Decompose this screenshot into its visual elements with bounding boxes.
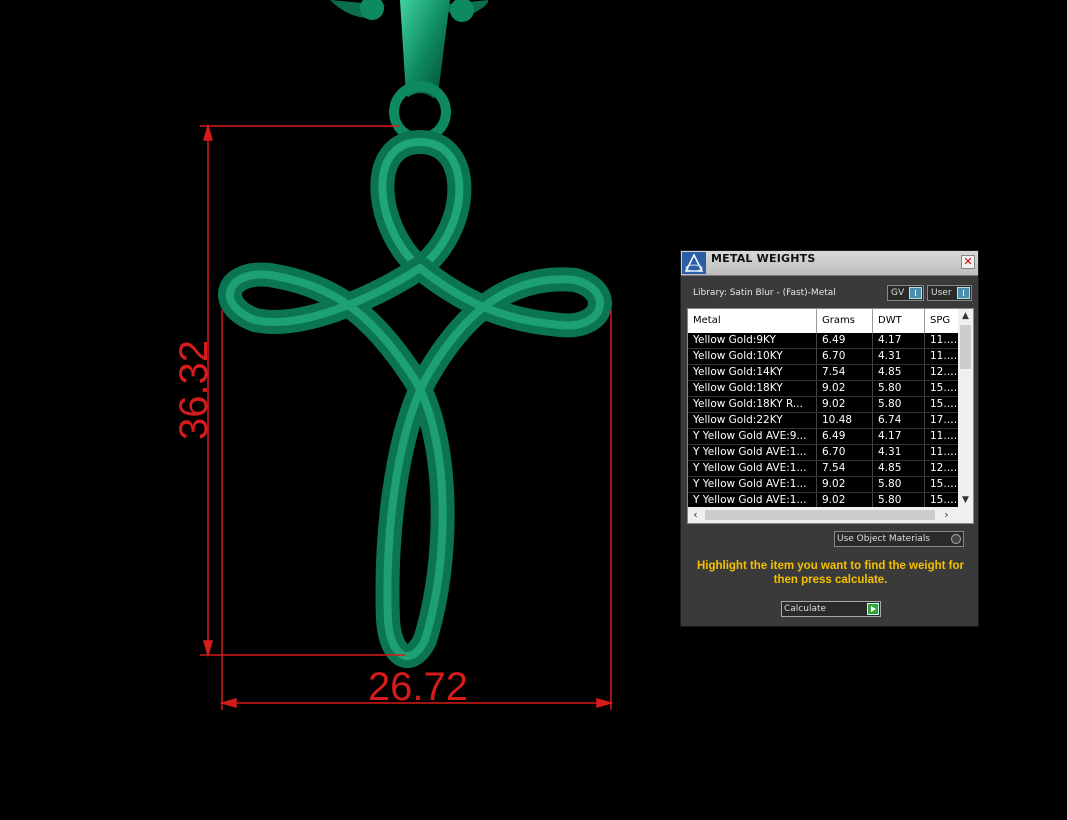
spg-cell: 15.41 — [930, 478, 958, 490]
spg-cell: 12.88 — [930, 366, 958, 378]
column-header-grams[interactable]: Grams — [817, 309, 873, 333]
grams-cell: 9.02 — [817, 397, 873, 412]
spg-cell: 11.45 — [930, 350, 958, 362]
grams-cell: 6.70 — [817, 349, 873, 364]
dwt-cell: 5.80 — [873, 397, 925, 412]
table-row[interactable]: Y Yellow Gold AVE:9... 6.49 4.17 11.08 — [688, 429, 958, 445]
metal-cell: Yellow Gold:10KY — [688, 349, 817, 364]
metal-cell: Y Yellow Gold AVE:1... — [688, 493, 817, 508]
panel-titlebar[interactable]: METAL WEIGHTS ✕ — [681, 251, 978, 276]
scroll-right-icon[interactable]: › — [939, 507, 954, 523]
dwt-cell: 4.31 — [873, 445, 925, 460]
table-row[interactable]: Y Yellow Gold AVE:1... 6.70 4.31 11.45 — [688, 445, 958, 461]
metal-weights-table[interactable]: Metal Grams DWT SPG Yellow Gold:9KY 6.49 4… — [687, 308, 974, 524]
grams-cell: 7.54 — [817, 365, 873, 380]
horizontal-scrollbar[interactable]: ‹ › — [688, 507, 958, 523]
close-icon: ✕ — [963, 255, 973, 268]
column-header-spg[interactable]: SPG — [925, 309, 958, 333]
vertical-scrollbar[interactable]: ▲ ▼ — [958, 309, 973, 508]
pendant-bail — [330, 0, 489, 143]
table-body: Yellow Gold:9KY 6.49 4.17 11.08 Yellow Gold… — [688, 333, 958, 509]
metal-weights-panel: METAL WEIGHTS ✕ Library: Satin Blur - (F… — [680, 250, 979, 627]
spg-cell: 17.89 — [930, 414, 958, 426]
panel-title: METAL WEIGHTS — [711, 252, 816, 265]
calculate-button[interactable]: Calculate — [781, 601, 881, 617]
dwt-cell: 5.80 — [873, 381, 925, 396]
spg-cell: 15.41 — [930, 494, 958, 506]
column-header-dwt[interactable]: DWT — [873, 309, 925, 333]
close-button[interactable]: ✕ — [961, 255, 975, 269]
metal-cell: Y Yellow Gold AVE:1... — [688, 461, 817, 476]
dwt-cell: 5.80 — [873, 477, 925, 492]
spg-cell: 11.08 — [930, 334, 958, 346]
metal-cell: Yellow Gold:22KY — [688, 413, 817, 428]
spg-cell: 11.08 — [930, 430, 958, 442]
dwt-cell: 4.17 — [873, 333, 925, 348]
grams-cell: 7.54 — [817, 461, 873, 476]
dwt-cell: 4.31 — [873, 349, 925, 364]
scroll-left-icon[interactable]: ‹ — [688, 507, 703, 523]
user-toggle[interactable]: User — [927, 285, 972, 301]
height-dimension-label: 36.32 — [172, 340, 216, 440]
scrollbar-thumb[interactable] — [960, 325, 971, 369]
scroll-down-icon[interactable]: ▼ — [958, 493, 973, 508]
spg-cell: 11.45 — [930, 446, 958, 458]
metal-cell: Yellow Gold:18KY R... — [688, 397, 817, 412]
table-header: Metal Grams DWT SPG — [688, 309, 958, 333]
gv-toggle-label: GV — [891, 288, 905, 298]
table-row[interactable]: Yellow Gold:10KY 6.70 4.31 11.45 — [688, 349, 958, 365]
grams-cell: 9.02 — [817, 477, 873, 492]
radio-icon[interactable] — [951, 534, 961, 544]
use-object-materials-label: Use Object Materials — [837, 534, 931, 544]
calculate-label: Calculate — [784, 604, 827, 614]
metal-cell: Yellow Gold:14KY — [688, 365, 817, 380]
toggle-switch-icon — [957, 287, 970, 299]
dwt-cell: 5.80 — [873, 493, 925, 508]
table-row[interactable]: Yellow Gold:14KY 7.54 4.85 12.88 — [688, 365, 958, 381]
infinity-cross-pendant — [218, 130, 612, 668]
metal-cell: Y Yellow Gold AVE:1... — [688, 445, 817, 460]
spg-cell: 15.41 — [930, 382, 958, 394]
metal-cell: Y Yellow Gold AVE:9... — [688, 429, 817, 444]
dwt-cell: 4.17 — [873, 429, 925, 444]
grams-cell: 6.49 — [817, 429, 873, 444]
table-row[interactable]: Y Yellow Gold AVE:1... 9.02 5.80 15.41 — [688, 477, 958, 493]
user-toggle-label: User — [931, 288, 952, 298]
play-arrow-icon — [867, 603, 879, 615]
dwt-cell: 4.85 — [873, 365, 925, 380]
table-row[interactable]: Y Yellow Gold AVE:1... 7.54 4.85 12.88 — [688, 461, 958, 477]
scrollbar-corner — [958, 507, 973, 523]
grams-cell: 6.70 — [817, 445, 873, 460]
toggle-switch-icon — [909, 287, 922, 299]
scroll-up-icon[interactable]: ▲ — [958, 309, 973, 324]
table-row[interactable]: Yellow Gold:9KY 6.49 4.17 11.08 — [688, 333, 958, 349]
app-logo-icon — [682, 252, 706, 274]
table-row[interactable]: Yellow Gold:18KY 9.02 5.80 15.41 — [688, 381, 958, 397]
grams-cell: 6.49 — [817, 333, 873, 348]
scrollbar-thumb[interactable] — [705, 510, 935, 520]
dwt-cell: 4.85 — [873, 461, 925, 476]
grams-cell: 9.02 — [817, 493, 873, 508]
width-dimension-label: 26.72 — [368, 665, 468, 709]
library-label: Library: Satin Blur - (Fast)-Metal — [693, 288, 836, 298]
dwt-cell: 6.74 — [873, 413, 925, 428]
table-row[interactable]: Yellow Gold:18KY R... 9.02 5.80 15.41 — [688, 397, 958, 413]
spg-cell: 15.41 — [930, 398, 958, 410]
metal-cell: Y Yellow Gold AVE:1... — [688, 477, 817, 492]
gv-toggle[interactable]: GV — [887, 285, 924, 301]
grams-cell: 10.48 — [817, 413, 873, 428]
grams-cell: 9.02 — [817, 381, 873, 396]
use-object-materials-option[interactable]: Use Object Materials — [834, 531, 964, 547]
spg-cell: 12.88 — [930, 462, 958, 474]
column-header-metal[interactable]: Metal — [688, 309, 817, 333]
table-row[interactable]: Yellow Gold:22KY 10.48 6.74 17.89 — [688, 413, 958, 429]
metal-cell: Yellow Gold:9KY — [688, 333, 817, 348]
instruction-text: Highlight the item you want to find the … — [696, 560, 965, 586]
metal-cell: Yellow Gold:18KY — [688, 381, 817, 396]
